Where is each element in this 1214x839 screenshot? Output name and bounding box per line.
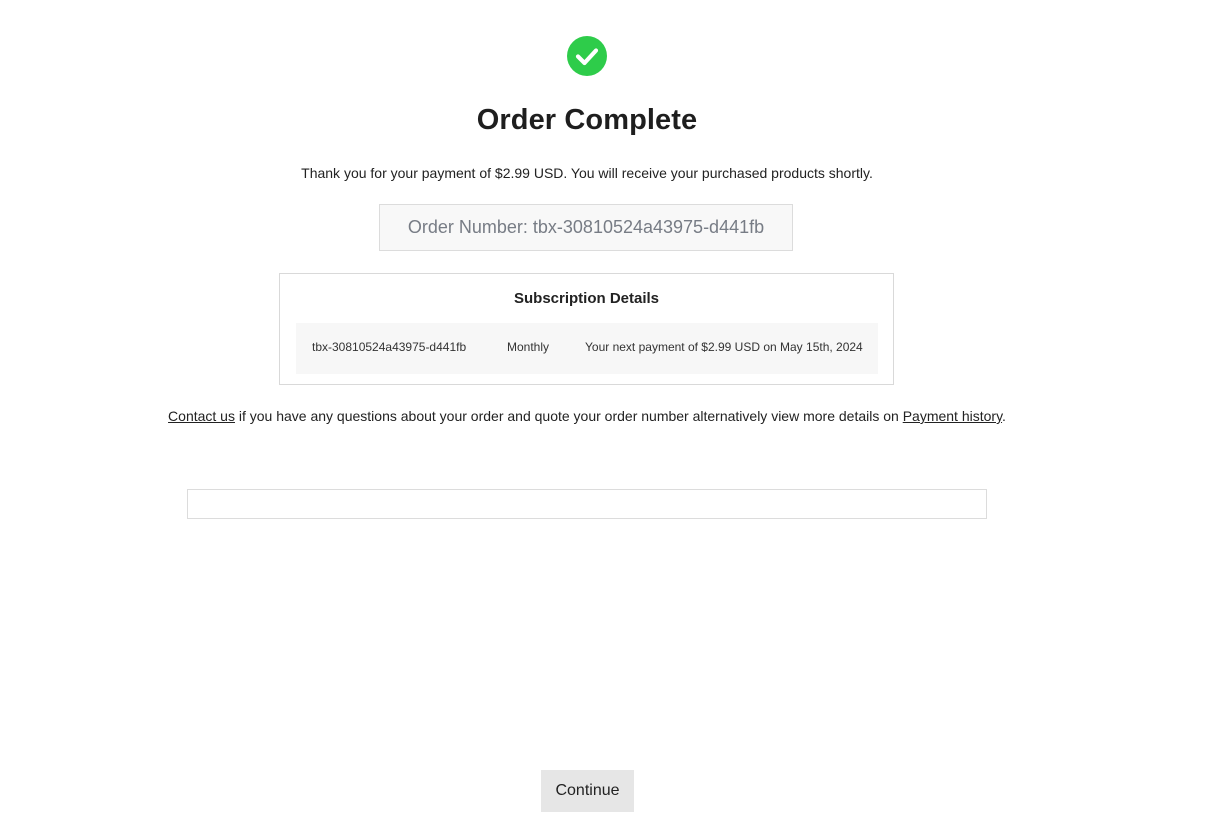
contact-us-link[interactable]: Contact us xyxy=(168,408,235,424)
order-complete-page: Order Complete Thank you for your paymen… xyxy=(0,0,1214,839)
contact-message: Contact us if you have any questions abo… xyxy=(0,408,1174,424)
thanks-message: Thank you for your payment of $2.99 USD.… xyxy=(301,165,873,181)
continue-button[interactable]: Continue xyxy=(541,770,634,812)
empty-content-box xyxy=(187,489,987,519)
subscription-plan: Monthly xyxy=(507,340,550,354)
subscription-details-title: Subscription Details xyxy=(513,290,660,307)
page-title: Order Complete xyxy=(476,104,698,136)
order-number-box: Order Number: tbx-30810524a43975-d441fb xyxy=(379,204,793,251)
next-payment-info: Your next payment of $2.99 USD on May 15… xyxy=(585,340,863,354)
subscription-details-panel: Subscription Details tbx-30810524a43975-… xyxy=(279,273,894,385)
payment-history-link[interactable]: Payment history xyxy=(903,408,1002,424)
subscription-id: tbx-30810524a43975-d441fb xyxy=(312,340,467,354)
subscription-row: tbx-30810524a43975-d441fb Monthly Your n… xyxy=(296,323,878,374)
contact-message-text: if you have any questions about your ord… xyxy=(234,408,903,424)
contact-message-end: . xyxy=(1002,408,1006,424)
check-circle-icon xyxy=(567,36,607,76)
